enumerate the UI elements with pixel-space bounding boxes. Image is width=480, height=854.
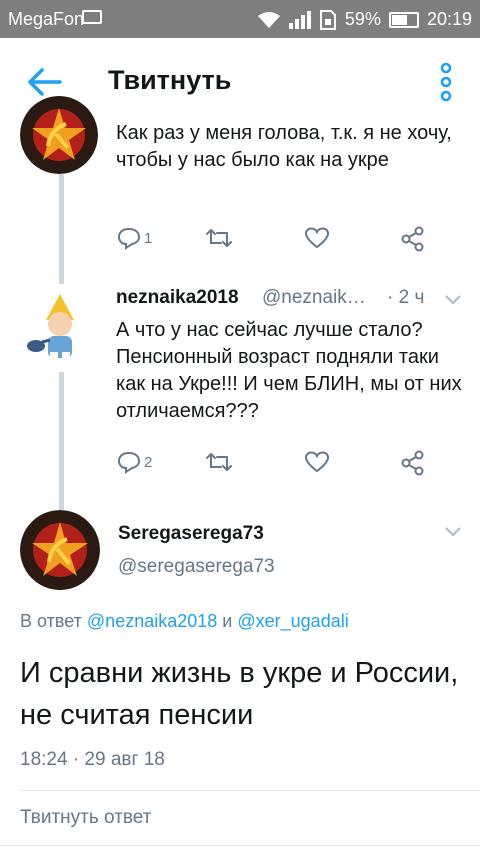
reply-conjunction: и	[222, 611, 233, 631]
reply-prefix: В ответ	[20, 611, 82, 631]
thread-line	[59, 174, 64, 284]
display-name[interactable]: Seregaserega73	[118, 523, 264, 545]
tweet-timestamp: 18:24 · 29 авг 18	[20, 749, 165, 770]
battery-icon	[388, 11, 419, 28]
keyboard-icon	[82, 10, 102, 24]
tweet-time: · 2 ч	[387, 287, 425, 308]
tweet-text: А что у нас сейчас лучше стало? Пенсионн…	[116, 319, 462, 422]
retweet-icon[interactable]	[204, 226, 234, 250]
reply-icon	[117, 227, 141, 250]
sim-icon	[319, 9, 336, 30]
mention-link[interactable]: @xer_ugadali	[237, 611, 348, 631]
back-arrow-icon[interactable]	[24, 64, 64, 100]
reply-button[interactable]: 2	[116, 450, 152, 474]
status-bar: MegaFon 59% 20:19	[0, 0, 480, 38]
user-handle[interactable]: @neznaik…	[262, 287, 366, 309]
share-icon[interactable]	[400, 450, 426, 476]
like-icon[interactable]	[304, 450, 330, 474]
divider	[0, 845, 480, 846]
reply-button[interactable]: 1	[116, 226, 152, 250]
signal-icon	[288, 10, 311, 29]
share-icon[interactable]	[400, 226, 426, 252]
battery-percent: 59%	[344, 9, 381, 29]
wifi-icon	[257, 11, 280, 28]
chevron-down-icon[interactable]	[444, 292, 462, 306]
reply-count: 2	[144, 453, 153, 471]
thread-line	[59, 372, 64, 510]
reply-count: 1	[144, 229, 153, 247]
user-avatar-icon[interactable]	[20, 510, 100, 590]
reply-input[interactable]: Твитнуть ответ	[20, 807, 151, 829]
divider	[20, 790, 480, 791]
mention-link[interactable]: @neznaika2018	[87, 611, 217, 631]
more-options-icon[interactable]	[432, 60, 460, 104]
display-name[interactable]: neznaika2018	[116, 287, 239, 309]
clock: 20:19	[426, 9, 472, 29]
carrier-name: MegaFon	[8, 9, 85, 29]
chevron-down-icon[interactable]	[444, 524, 462, 538]
reply-context: В ответ @neznaika2018 и @xer_ugadali	[20, 611, 349, 632]
page-title: Твитнуть	[108, 65, 232, 95]
like-icon[interactable]	[304, 226, 330, 250]
user-avatar-icon[interactable]	[20, 96, 98, 174]
tweet-text: Как раз у меня голова, т.к. я не хочу, ч…	[116, 122, 452, 171]
user-handle[interactable]: @seregaserega73	[118, 556, 275, 578]
user-avatar-icon[interactable]	[20, 290, 100, 370]
reply-icon	[117, 451, 141, 474]
tweet-text: И сравни жизнь в укре и России, не счита…	[20, 657, 459, 731]
retweet-icon[interactable]	[204, 450, 234, 474]
